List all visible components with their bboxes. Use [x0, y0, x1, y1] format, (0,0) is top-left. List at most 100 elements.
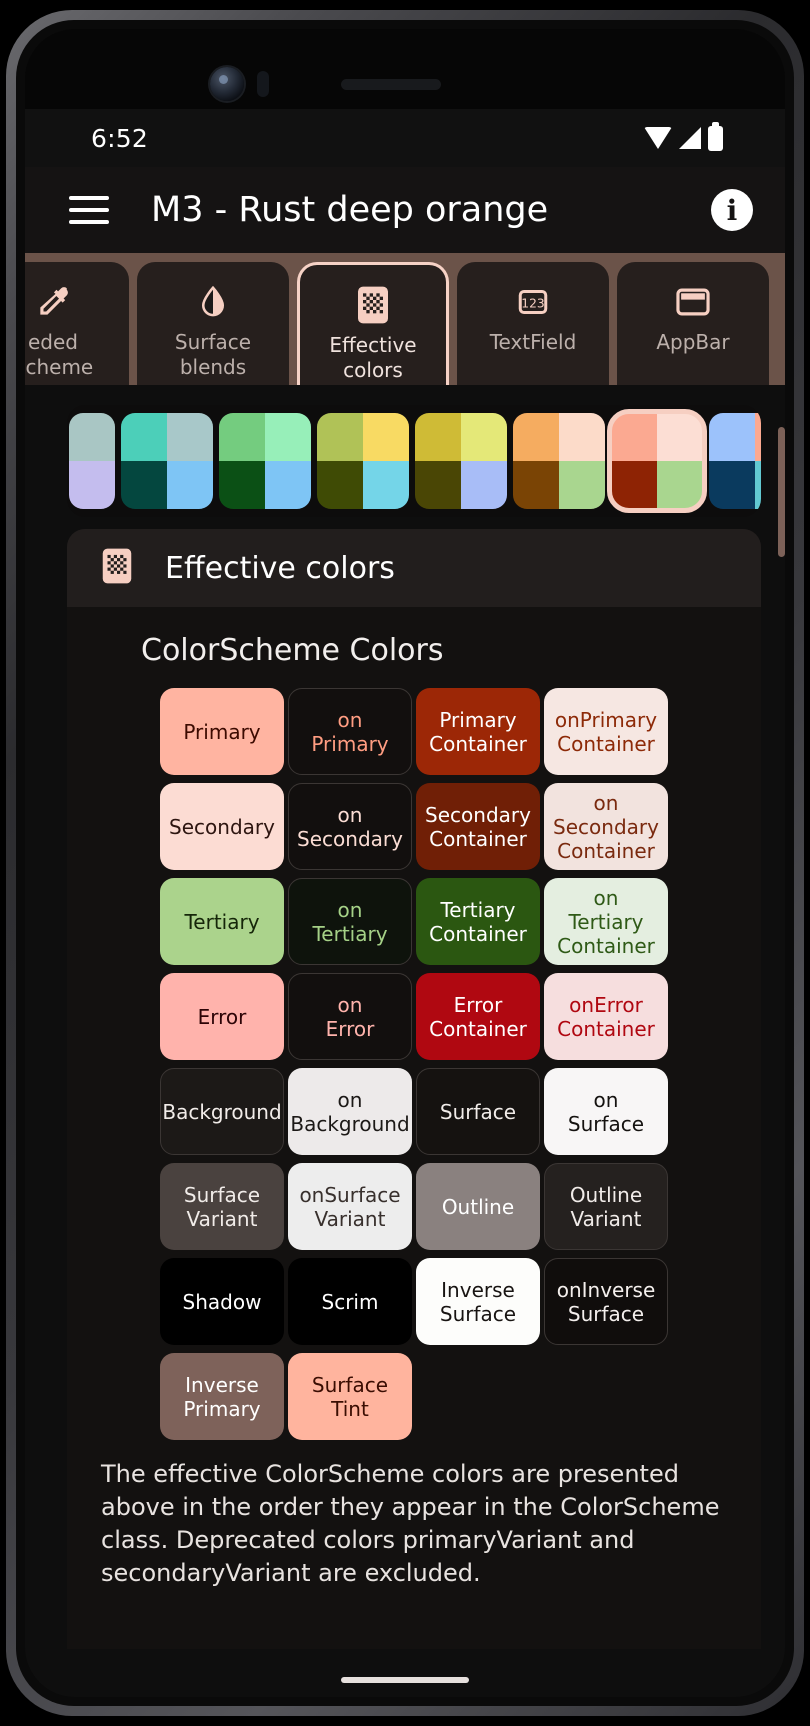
front-camera-icon: [210, 67, 244, 101]
palette-group[interactable]: [121, 413, 213, 509]
palette-swatch: [317, 413, 363, 461]
palette-swatch: [513, 461, 559, 509]
tab-effective-colors[interactable]: Effective colors: [297, 262, 449, 385]
palette-swatch: [121, 461, 167, 509]
palette-swatch: [559, 413, 605, 461]
panel-title: Effective colors: [165, 550, 395, 586]
palette-swatch: [265, 461, 311, 509]
color-chip[interactable]: Surface: [416, 1068, 540, 1155]
palette-group[interactable]: [69, 413, 115, 509]
color-chip[interactable]: on Secondary: [288, 783, 412, 870]
palette-group[interactable]: [219, 413, 311, 509]
color-chip[interactable]: Outline: [416, 1163, 540, 1250]
color-chip[interactable]: onInverse Surface: [544, 1258, 668, 1345]
palette-swatch: [461, 461, 507, 509]
notch-area: [25, 29, 785, 109]
section-title: ColorScheme Colors: [141, 633, 444, 668]
palette-swatch: [709, 413, 755, 461]
scheme-palette-strip[interactable]: [67, 405, 761, 517]
phone-bezel: 6:52 M3 - Rust deep orange i eded cheme …: [16, 20, 794, 1706]
color-chip[interactable]: Shadow: [160, 1258, 284, 1345]
palette-group[interactable]: [513, 413, 605, 509]
hamburger-menu-icon[interactable]: [69, 196, 109, 224]
tab-label: Surface blends: [174, 330, 252, 379]
color-chip[interactable]: Primary: [160, 688, 284, 775]
color-chip[interactable]: on Tertiary Container: [544, 878, 668, 965]
status-icons: [644, 121, 723, 151]
appbar-icon: [674, 280, 712, 324]
tab-textfield[interactable]: 123 TextField: [457, 262, 609, 385]
tab-label: Effective colors: [329, 333, 417, 382]
tab-label: TextField: [489, 330, 577, 354]
page-title: M3 - Rust deep orange: [151, 190, 549, 230]
color-chip[interactable]: onError Container: [544, 973, 668, 1060]
123-icon: 123: [515, 280, 551, 324]
app-bar: M3 - Rust deep orange i: [25, 167, 785, 253]
palette-group[interactable]: [415, 413, 507, 509]
color-chip[interactable]: Surface Tint: [288, 1353, 412, 1440]
palette-swatch: [317, 461, 363, 509]
palette-swatch: [167, 413, 213, 461]
phone-screen: 6:52 M3 - Rust deep orange i eded cheme …: [25, 29, 785, 1697]
color-chip[interactable]: on Error: [288, 973, 412, 1060]
home-indicator[interactable]: [341, 1677, 469, 1683]
palette-grid-icon: [101, 547, 133, 589]
color-chip[interactable]: Surface Variant: [160, 1163, 284, 1250]
battery-icon: [708, 121, 723, 151]
color-chip[interactable]: Tertiary: [160, 878, 284, 965]
svg-text:123: 123: [521, 296, 544, 310]
color-chip[interactable]: Inverse Primary: [160, 1353, 284, 1440]
palette-swatch: [167, 461, 213, 509]
tab-surface-blends[interactable]: Surface blends: [137, 262, 289, 385]
color-chip[interactable]: Error: [160, 973, 284, 1060]
color-chip[interactable]: Inverse Surface: [416, 1258, 540, 1345]
color-chip[interactable]: Secondary Container: [416, 783, 540, 870]
color-chip[interactable]: Scrim: [288, 1258, 412, 1345]
palette-group[interactable]: [709, 413, 761, 509]
earpiece-speaker: [341, 79, 441, 90]
color-chip[interactable]: on Secondary Container: [544, 783, 668, 870]
color-chip[interactable]: on Background: [288, 1068, 412, 1155]
palette-swatch: [219, 413, 265, 461]
color-chip[interactable]: onPrimary Container: [544, 688, 668, 775]
palette-swatch: [755, 413, 761, 461]
palette-swatch: [69, 413, 115, 461]
palette-swatch: [709, 461, 755, 509]
tab-bar[interactable]: ededScheme Surfaceblends: [25, 253, 785, 385]
palette-swatch: [755, 461, 761, 509]
color-chip[interactable]: Primary Container: [416, 688, 540, 775]
palette-group[interactable]: [317, 413, 409, 509]
tab-seeded-scheme[interactable]: ededScheme: [25, 262, 129, 385]
info-icon[interactable]: i: [711, 189, 753, 231]
footer-note: The effective ColorScheme colors are pre…: [101, 1460, 720, 1587]
color-chip[interactable]: on Surface: [544, 1068, 668, 1155]
palette-swatch: [415, 461, 461, 509]
palette-swatch: [611, 461, 657, 509]
color-chip[interactable]: on Primary: [288, 688, 412, 775]
color-chip[interactable]: Error Container: [416, 973, 540, 1060]
color-chip[interactable]: Background: [160, 1068, 284, 1155]
palette-swatch: [611, 413, 657, 461]
palette-swatch: [415, 413, 461, 461]
scrollbar-thumb[interactable]: [778, 427, 785, 557]
tab-label: AppBar: [656, 330, 730, 354]
color-chip[interactable]: Outline Variant: [544, 1163, 668, 1250]
palette-group[interactable]: [607, 409, 707, 513]
palette-swatch: [363, 413, 409, 461]
color-chip[interactable]: on Tertiary: [288, 878, 412, 965]
palette-swatch: [265, 413, 311, 461]
palette-swatch: [461, 413, 507, 461]
color-chip[interactable]: Tertiary Container: [416, 878, 540, 965]
panel-header[interactable]: Effective colors: [67, 529, 761, 607]
tab-appbar[interactable]: AppBar: [617, 262, 769, 385]
status-time: 6:52: [91, 123, 148, 153]
color-chip[interactable]: Secondary: [160, 783, 284, 870]
palette-swatch: [121, 413, 167, 461]
palette-swatch: [657, 413, 703, 461]
color-chip[interactable]: onSurface Variant: [288, 1163, 412, 1250]
effective-colors-panel: Effective colors ColorScheme Colors Prim…: [67, 529, 761, 1649]
cellular-signal-icon: [679, 127, 701, 149]
wifi-icon: [644, 127, 672, 149]
phone-frame: 6:52 M3 - Rust deep orange i eded cheme …: [6, 10, 804, 1716]
palette-swatch: [363, 461, 409, 509]
